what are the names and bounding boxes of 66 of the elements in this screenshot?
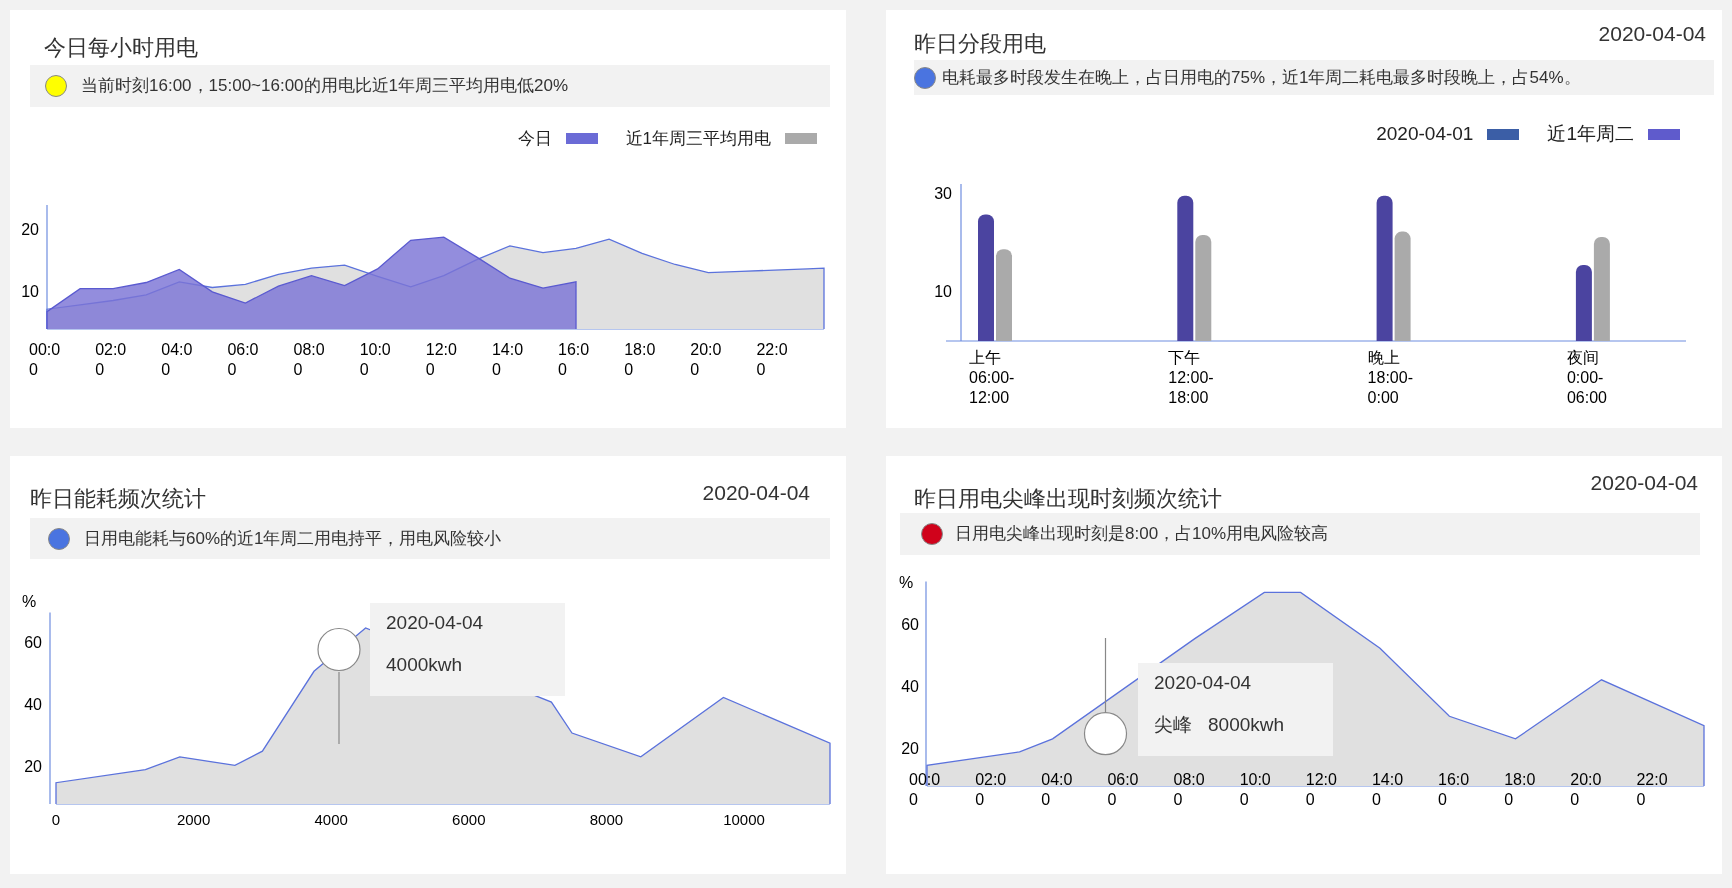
axis-title: % (899, 573, 914, 593)
tooltip-date: 2020-04-04 (386, 611, 485, 635)
x-tick-label: 18:00 (624, 340, 657, 380)
y-tick-label: 30 (933, 183, 952, 204)
x-tick-label: 04:00 (161, 340, 194, 380)
x-tick-label: 06:00 (227, 340, 260, 380)
x-tick-label: 08:00 (1173, 770, 1206, 810)
x-tick-label: 10000 (722, 810, 766, 830)
x-tick-label: 20:00 (1570, 770, 1603, 810)
x-tick-label: 12:00 (1305, 770, 1338, 810)
y-tick-label: 10 (20, 281, 39, 302)
x-tick-label: 04:00 (1041, 770, 1074, 810)
info-text: 日用电尖峰出现时刻是8:00，占10%用电风险较高 (955, 523, 1329, 546)
x-tick-label: 4000 (313, 810, 349, 830)
info-text: 当前时刻16:00，15:00~16:00的用电比近1年周三平均用电低20% (81, 75, 569, 98)
legend-label: 2020-04-01 (1376, 122, 1474, 146)
x-tick-label: 14:00 (1371, 770, 1405, 810)
legend-label: 近1年周三平均用电 (625, 128, 771, 150)
x-tick-label: 22:00 (1636, 770, 1669, 810)
panel-title: 昨日用电尖峰出现时刻频次统计 (914, 486, 1222, 512)
panel-title: 今日每小时用电 (44, 35, 198, 61)
category-label: 夜间 0:00-06:00 (1566, 348, 1608, 408)
x-tick-label: 10:00 (359, 340, 392, 380)
y-tick-label: 60 (900, 614, 919, 635)
y-tick-label: 40 (900, 676, 919, 697)
category-label: 上午 06:00-12:00 (969, 348, 1016, 408)
legend-label: 近1年周二 (1547, 122, 1634, 146)
tooltip-value: 4000kwh (386, 653, 463, 677)
x-tick-label: 20:00 (690, 340, 723, 380)
y-tick-label: 40 (23, 695, 42, 716)
tooltip-date: 2020-04-04 (1154, 671, 1253, 695)
date-label: 2020-04-04 (1590, 471, 1698, 495)
x-tick-label: 18:00 (1504, 770, 1537, 810)
x-tick-label: 6000 (451, 810, 487, 830)
info-text: 日用电能耗与60%的近1年周二用电持平，用电风险较小 (84, 527, 502, 550)
y-tick-label: 10 (933, 281, 952, 302)
category-label: 晚上 18:00-0:00 (1367, 348, 1414, 408)
x-tick-label: 10:00 (1239, 770, 1272, 810)
panel-title: 昨日能耗频次统计 (30, 486, 206, 512)
x-tick-label: 0 (50, 810, 62, 830)
x-tick-label: 02:00 (975, 770, 1008, 810)
y-tick-label: 20 (23, 756, 42, 777)
date-label: 2020-04-04 (1598, 22, 1706, 46)
x-tick-label: 14:00 (491, 340, 525, 380)
x-tick-label: 06:00 (1107, 770, 1140, 810)
x-tick-label: 16:00 (1438, 770, 1471, 810)
x-tick-label: 8000 (588, 810, 625, 830)
legend-label: 今日 (517, 128, 552, 150)
date-label: 2020-04-04 (702, 481, 810, 505)
axis-title: % (22, 592, 37, 612)
x-tick-label: 22:00 (756, 340, 789, 380)
x-tick-label: 00:00 (29, 340, 62, 380)
x-tick-label: 02:00 (95, 340, 128, 380)
x-tick-label: 16:00 (558, 340, 591, 380)
y-tick-label: 20 (900, 738, 919, 759)
category-label: 下午 12:00-18:00 (1168, 348, 1215, 408)
panel-title: 昨日分段用电 (914, 31, 1046, 57)
tooltip-value: 8000kwh (1208, 713, 1285, 737)
y-tick-label: 20 (20, 219, 39, 240)
x-tick-label: 2000 (175, 810, 212, 830)
x-tick-label: 00:00 (909, 770, 942, 810)
info-text: 电耗最多时段发生在晚上，占日用电的75%，近1年周二耗电最多时段晚上，占54%。 (942, 66, 1581, 89)
tooltip-label: 尖峰 (1154, 713, 1192, 737)
y-tick-label: 60 (23, 633, 42, 654)
x-tick-label: 08:00 (293, 340, 326, 380)
x-tick-label: 12:00 (425, 340, 458, 380)
